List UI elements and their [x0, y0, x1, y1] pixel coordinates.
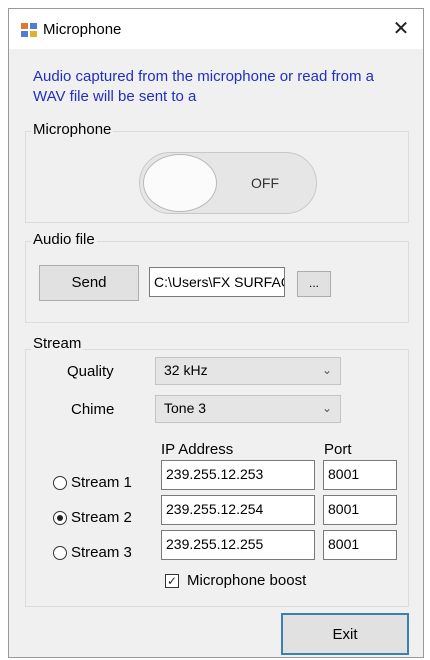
chevron-down-icon: ⌄ [321, 401, 332, 415]
stream-1-label[interactable]: Stream 1 [71, 474, 132, 491]
chime-select[interactable]: Tone 3 ⌄ [155, 395, 341, 423]
stream-2-label[interactable]: Stream 2 [71, 509, 132, 526]
stream-1-ip-field[interactable]: 239.255.12.253 [161, 460, 315, 490]
stream-3-ip-field[interactable]: 239.255.12.255 [161, 530, 315, 560]
app-icon [21, 23, 37, 37]
audio-file-path-field[interactable]: C:\Users\FX SURFACE [149, 267, 285, 297]
browse-button[interactable]: ... [297, 271, 331, 297]
stream-3-port-field[interactable]: 8001 [323, 530, 397, 560]
stream-3-label[interactable]: Stream 3 [71, 544, 132, 561]
stream-1-port-field[interactable]: 8001 [323, 460, 397, 490]
toggle-knob[interactable] [143, 154, 217, 212]
quality-value: 32 kHz [164, 362, 208, 378]
ip-address-header: IP Address [161, 441, 234, 458]
toggle-state-label: OFF [251, 175, 279, 191]
exit-button[interactable]: Exit [281, 613, 409, 655]
radio-selected-dot [57, 515, 63, 521]
port-header: Port [324, 441, 352, 458]
microphone-group-label: Microphone [31, 121, 114, 138]
microphone-boost-checkbox[interactable]: ✓ [165, 574, 179, 588]
send-button[interactable]: Send [39, 265, 139, 301]
stream-3-radio[interactable] [53, 546, 67, 560]
chime-value: Tone 3 [164, 400, 207, 416]
stream-1-radio[interactable] [53, 476, 67, 490]
quality-select[interactable]: 32 kHz ⌄ [155, 357, 341, 385]
audio-file-group-label: Audio file [31, 231, 97, 248]
stream-group-label: Stream [31, 335, 84, 352]
microphone-window: Microphone ✕ Audio captured from the mic… [8, 8, 424, 658]
chevron-down-icon: ⌄ [321, 363, 332, 377]
window-title: Microphone [43, 21, 122, 38]
chime-label: Chime [71, 401, 115, 418]
description-text: Audio captured from the microphone or re… [33, 68, 375, 105]
quality-label: Quality [67, 363, 114, 380]
stream-2-radio[interactable] [53, 511, 67, 525]
title-bar: Microphone ✕ [9, 9, 423, 49]
close-icon[interactable]: ✕ [389, 17, 413, 41]
check-icon: ✓ [166, 574, 178, 588]
stream-2-port-field[interactable]: 8001 [323, 495, 397, 525]
microphone-boost-label[interactable]: Microphone boost [187, 572, 306, 589]
stream-2-ip-field[interactable]: 239.255.12.254 [161, 495, 315, 525]
